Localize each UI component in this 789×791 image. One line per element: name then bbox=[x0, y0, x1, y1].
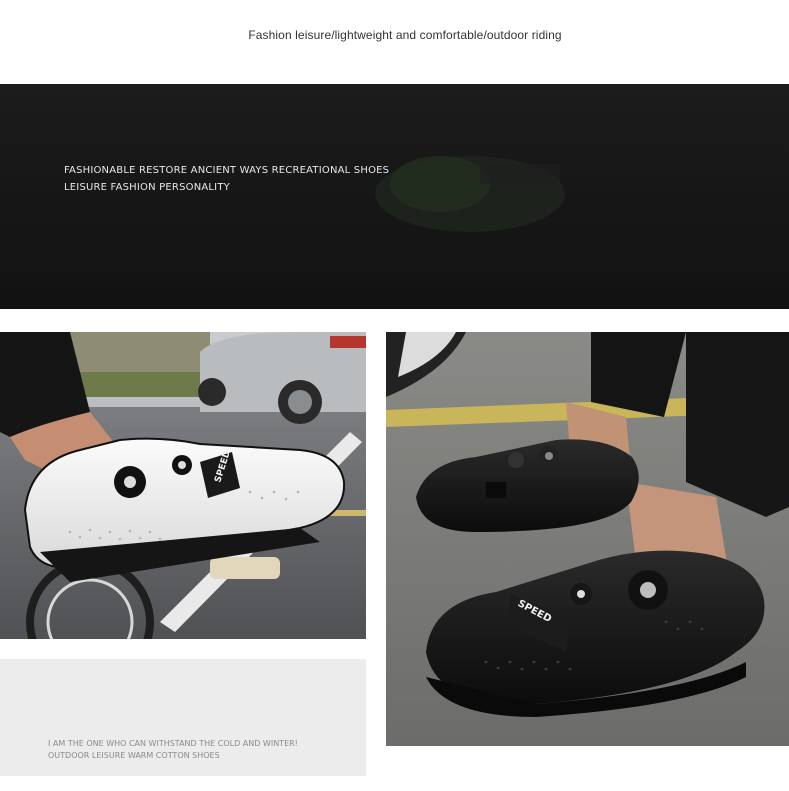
grey-card-text: I AM THE ONE WHO CAN WITHSTAND THE COLD … bbox=[48, 738, 298, 762]
dark-banner: FASHIONABLE RESTORE ANCIENT WAYS RECREAT… bbox=[0, 84, 789, 309]
grey-info-card: I AM THE ONE WHO CAN WITHSTAND THE COLD … bbox=[0, 659, 366, 776]
grey-card-line-1: I AM THE ONE WHO CAN WITHSTAND THE COLD … bbox=[48, 739, 298, 748]
grey-card-line-2: OUTDOOR LEISURE WARM COTTON SHOES bbox=[48, 751, 220, 760]
top-caption: Fashion leisure/lightweight and comforta… bbox=[248, 28, 562, 42]
black-shoes-photo: SPEED bbox=[386, 332, 789, 746]
white-shoe-photo: SPEED bbox=[0, 332, 366, 639]
faded-shoe-graphic bbox=[375, 156, 565, 232]
white-shoe-scene: SPEED bbox=[0, 332, 366, 639]
banner-line-1: FASHIONABLE RESTORE ANCIENT WAYS RECREAT… bbox=[64, 165, 390, 176]
banner-line-2: LEISURE FASHION PERSONALITY bbox=[64, 182, 230, 193]
banner-text: FASHIONABLE RESTORE ANCIENT WAYS RECREAT… bbox=[64, 162, 389, 196]
black-shoes-scene: SPEED bbox=[386, 332, 789, 746]
